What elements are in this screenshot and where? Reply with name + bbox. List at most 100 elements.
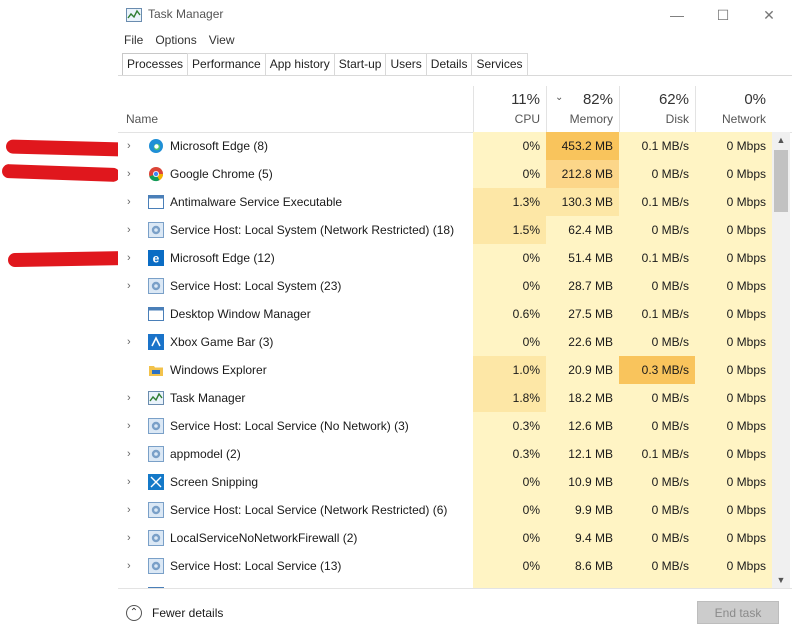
close-button[interactable]: ✕ [746, 0, 792, 30]
network-value [695, 580, 772, 588]
tab-startup[interactable]: Start-up [333, 53, 387, 75]
disk-label: Disk [665, 112, 689, 126]
disk-value: 0 MB/s [619, 496, 695, 524]
redaction-mark [5, 139, 127, 157]
tab-processes[interactable]: Processes [122, 53, 189, 76]
scroll-thumb[interactable] [774, 150, 788, 212]
expand-chevron-icon[interactable]: › [127, 328, 131, 356]
memory-value: 51.4 MB [546, 244, 619, 272]
cpu-value: 1.5% [473, 216, 546, 244]
tab-strip: Processes Performance App history Start-… [122, 53, 528, 76]
expand-chevron-icon[interactable]: › [127, 468, 131, 496]
expand-chevron-icon[interactable]: › [127, 552, 131, 580]
task-manager-app-icon [126, 8, 142, 22]
disk-value: 0 MB/s [619, 328, 695, 356]
expand-chevron-icon[interactable]: › [127, 188, 131, 216]
network-value: 0 Mbps [695, 132, 772, 160]
cpu-value: 1.8% [473, 384, 546, 412]
process-row[interactable]: › Screen Snipping 0% 10.9 MB 0 MB/s 0 Mbps [118, 468, 772, 496]
cpu-value: 0.3% [473, 412, 546, 440]
column-memory[interactable]: ⌄ 82% Memory [546, 86, 619, 132]
menu-options[interactable]: Options [149, 30, 202, 50]
gear-service-icon [148, 530, 164, 546]
process-name: Service Host: Local Service (No Network)… [170, 419, 409, 433]
process-name: Desktop Window Manager [170, 307, 311, 321]
memory-value: 18.2 MB [546, 384, 619, 412]
expand-chevron-icon[interactable]: › [127, 244, 131, 272]
scroll-up-icon[interactable]: ▲ [772, 132, 790, 148]
memory-value: 8.6 MB [546, 552, 619, 580]
network-value: 0 Mbps [695, 384, 772, 412]
fewer-details-button[interactable]: ⌃ Fewer details [126, 603, 223, 623]
memory-value: 130.3 MB [546, 188, 619, 216]
cpu-value [473, 580, 546, 588]
process-row[interactable]: › LocalServiceNoNetworkFirewall (2) 0% 9.4 … [118, 524, 772, 552]
column-name[interactable]: Name [126, 112, 158, 126]
tab-app-history[interactable]: App history [264, 53, 335, 75]
process-name: appmodel (2) [170, 447, 241, 461]
process-row[interactable]: › Google Chrome (5) 0% 212.8 MB 0 MB/s 0 Mbps [118, 160, 772, 188]
process-row[interactable] [118, 580, 772, 588]
column-disk[interactable]: 62% Disk [619, 86, 695, 132]
process-row[interactable]: › Microsoft Edge (8) 0% 453.2 MB 0.1 MB/s 0 M… [118, 132, 772, 160]
process-name: Google Chrome (5) [170, 167, 273, 181]
process-row[interactable]: › Service Host: Local Service (Network Re… [118, 496, 772, 524]
network-label: Network [721, 112, 766, 126]
cpu-value: 0% [473, 468, 546, 496]
cpu-value: 0.6% [473, 300, 546, 328]
expand-chevron-icon[interactable]: › [127, 412, 131, 440]
tab-services[interactable]: Services [471, 53, 528, 75]
process-row[interactable]: › Service Host: Local Service (13) 0% 8.6 M… [118, 552, 772, 580]
end-task-button[interactable]: End task [697, 601, 779, 624]
process-row[interactable]: › Task Manager 1.8% 18.2 MB 0 MB/s 0 Mbps [118, 384, 772, 412]
scroll-down-icon[interactable]: ▼ [772, 572, 790, 588]
chevron-up-circle-icon: ⌃ [126, 605, 142, 621]
expand-chevron-icon[interactable]: › [127, 272, 131, 300]
process-row[interactable]: › e Microsoft Edge (12) 0% 51.4 MB 0.1 MB/s 0 … [118, 244, 772, 272]
process-row[interactable]: › Antimalware Service Executable 1.3% 130.3… [118, 188, 772, 216]
network-value: 0 Mbps [695, 440, 772, 468]
network-value: 0 Mbps [695, 524, 772, 552]
maximize-button[interactable]: ☐ [700, 0, 746, 30]
process-row[interactable]: Desktop Window Manager 0.6% 27.5 MB 0.1 MB/… [118, 300, 772, 328]
expand-chevron-icon[interactable]: › [127, 216, 131, 244]
expand-chevron-icon[interactable]: › [127, 524, 131, 552]
redaction-mark [1, 163, 121, 183]
process-row[interactable]: › appmodel (2) 0.3% 12.1 MB 0.1 MB/s 0 Mbps [118, 440, 772, 468]
expand-chevron-icon[interactable]: › [127, 132, 131, 160]
disk-value: 0 MB/s [619, 552, 695, 580]
process-row[interactable]: › Service Host: Local Service (No Network… [118, 412, 772, 440]
cpu-value: 0.3% [473, 440, 546, 468]
menu-view[interactable]: View [203, 30, 241, 50]
expand-chevron-icon[interactable]: › [127, 496, 131, 524]
minimize-button[interactable]: — [654, 0, 700, 30]
column-network[interactable]: 0% Network [695, 86, 772, 132]
menu-file[interactable]: File [118, 30, 149, 50]
memory-value: 12.1 MB [546, 440, 619, 468]
cpu-value: 0% [473, 552, 546, 580]
footer-divider [118, 588, 792, 589]
process-name: Service Host: Local Service (Network Res… [170, 503, 448, 517]
cpu-value: 1.3% [473, 188, 546, 216]
process-row[interactable]: › Service Host: Local System (Network Res… [118, 216, 772, 244]
expand-chevron-icon[interactable]: › [127, 160, 131, 188]
process-row[interactable]: Windows Explorer 1.0% 20.9 MB 0.3 MB/s 0 Mbp… [118, 356, 772, 384]
network-value: 0 Mbps [695, 244, 772, 272]
memory-value: 9.4 MB [546, 524, 619, 552]
tab-details[interactable]: Details [425, 53, 473, 75]
tab-users[interactable]: Users [385, 53, 427, 75]
vertical-scrollbar[interactable]: ▲ ▼ [772, 132, 790, 588]
network-value: 0 Mbps [695, 216, 772, 244]
expand-chevron-icon[interactable]: › [127, 384, 131, 412]
tab-divider [118, 75, 792, 76]
expand-chevron-icon[interactable]: › [127, 440, 131, 468]
snipping-icon [148, 474, 164, 490]
task-manager-window: Task Manager — ☐ ✕ File Options View Pro… [118, 0, 792, 633]
memory-value: 12.6 MB [546, 412, 619, 440]
process-row[interactable]: › Service Host: Local System (23) 0% 28.7 M… [118, 272, 772, 300]
column-cpu[interactable]: 11% CPU [473, 86, 546, 132]
memory-value [546, 580, 619, 588]
process-row[interactable]: › Xbox Game Bar (3) 0% 22.6 MB 0 MB/s 0 Mbps [118, 328, 772, 356]
tab-performance[interactable]: Performance [187, 53, 266, 75]
process-name: Antimalware Service Executable [170, 195, 343, 209]
